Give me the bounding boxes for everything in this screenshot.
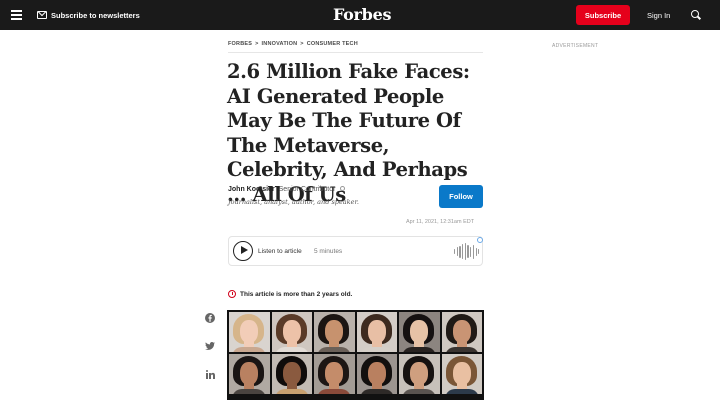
audio-player: Listen to article 5 minutes xyxy=(228,236,483,266)
clock-icon xyxy=(228,290,236,298)
mail-icon xyxy=(37,11,47,19)
hamburger-menu-icon[interactable] xyxy=(11,10,22,20)
author-role: Senior Contributor xyxy=(278,186,336,193)
breadcrumb-separator: > xyxy=(300,41,304,47)
facebook-icon[interactable] xyxy=(204,312,216,324)
play-icon[interactable] xyxy=(233,241,253,261)
face-tile xyxy=(314,312,355,352)
breadcrumb-item-forbes[interactable]: FORBES xyxy=(228,41,252,47)
face-tile xyxy=(441,312,482,352)
face-tile xyxy=(271,312,312,352)
follow-button[interactable]: Follow xyxy=(439,185,483,208)
breadcrumb-item-consumer-tech[interactable]: CONSUMER TECH xyxy=(307,41,358,47)
waveform-icon xyxy=(454,243,480,260)
face-tile xyxy=(271,354,312,394)
forbes-logo[interactable]: Forbes xyxy=(333,5,391,24)
listen-duration: 5 minutes xyxy=(314,248,343,255)
publish-date: Apr 11, 2021, 12:31am EDT xyxy=(406,219,475,225)
breadcrumb-item-innovation[interactable]: INNOVATION xyxy=(262,41,298,47)
face-tile xyxy=(399,354,440,394)
author-byline: John Koetsier Senior Contributor xyxy=(228,186,346,193)
twitter-icon[interactable] xyxy=(204,340,216,352)
newsletter-link[interactable]: Subscribe to newsletters xyxy=(37,9,140,21)
sign-in-link[interactable]: Sign In xyxy=(647,11,670,20)
face-tile xyxy=(229,354,270,394)
breadcrumb: FORBES > INNOVATION > CONSUMER TECH xyxy=(228,41,358,47)
subscribe-button[interactable]: Subscribe xyxy=(576,5,630,25)
face-tile xyxy=(356,312,397,352)
search-icon[interactable] xyxy=(691,10,701,20)
face-tile xyxy=(314,354,355,394)
author-name-link[interactable]: John Koetsier xyxy=(228,186,275,193)
ad-choices-icon[interactable] xyxy=(477,237,483,243)
newsletter-label: Subscribe to newsletters xyxy=(51,10,140,20)
face-tile xyxy=(229,312,270,352)
face-tile xyxy=(356,354,397,394)
breadcrumb-separator: > xyxy=(255,41,259,47)
ai-faces-image[interactable] xyxy=(227,310,484,400)
info-icon[interactable] xyxy=(340,186,346,191)
advertisement-label: ADVERTISEMENT xyxy=(552,43,599,49)
face-tile xyxy=(399,312,440,352)
breadcrumb-divider xyxy=(228,52,483,53)
top-nav-bar: Subscribe to newsletters Forbes Subscrib… xyxy=(0,0,720,30)
author-bio: Journalist, analyst, author, and speaker… xyxy=(228,198,359,206)
listen-label: Listen to article xyxy=(258,248,302,255)
linkedin-icon[interactable] xyxy=(204,368,216,380)
age-notice-text: This article is more than 2 years old. xyxy=(240,290,353,298)
face-tile xyxy=(441,354,482,394)
article-age-notice: This article is more than 2 years old. xyxy=(228,290,352,298)
